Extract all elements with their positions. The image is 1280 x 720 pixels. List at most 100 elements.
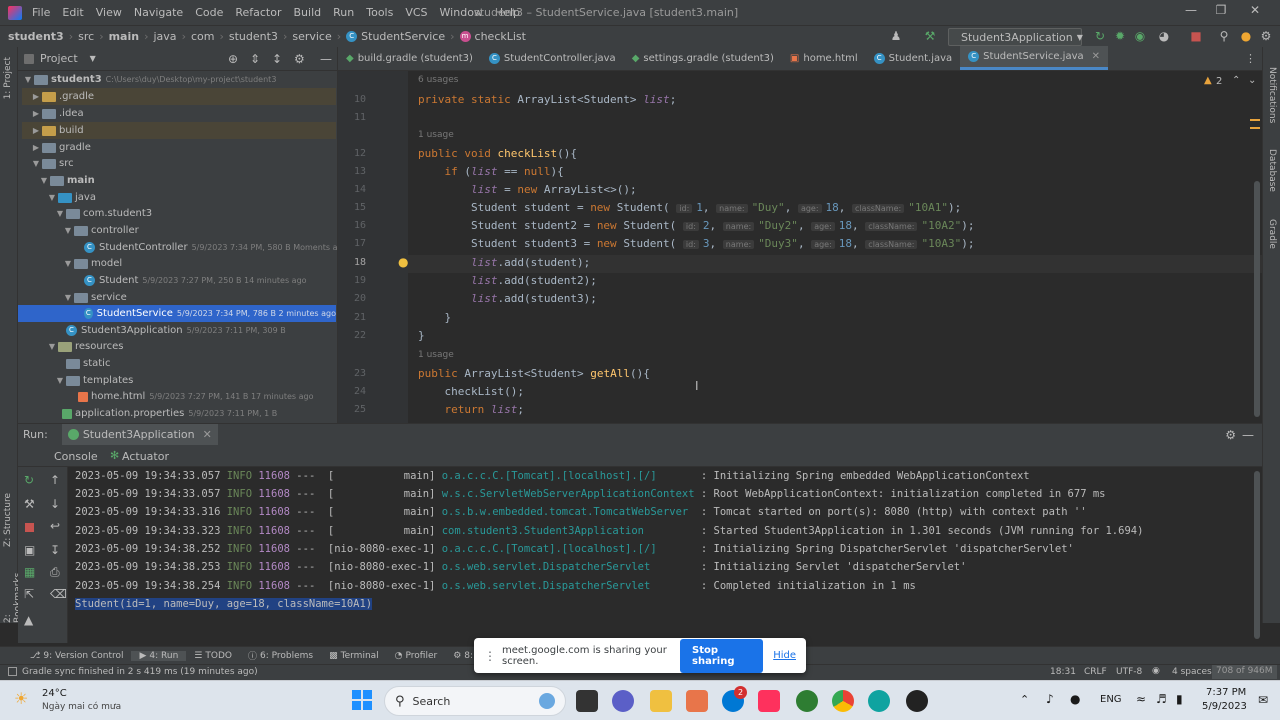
weather-icon[interactable]: ☀: [14, 689, 28, 708]
next-highlight-icon[interactable]: ⌄: [1248, 75, 1256, 86]
tree-item-static[interactable]: static: [22, 355, 110, 372]
tree-item-studentservice[interactable]: C StudentService 5/9/2023 7:34 PM, 786 B 2…: [18, 305, 336, 322]
camera-icon[interactable]: ▣: [24, 543, 35, 557]
stop-sharing-button[interactable]: Stop sharing: [680, 638, 764, 673]
menu-run[interactable]: Run: [327, 6, 360, 19]
menu-code[interactable]: Code: [189, 6, 229, 19]
collapse-all-icon[interactable]: ↕: [272, 52, 282, 66]
tree-item-student[interactable]: C Student 5/9/2023 7:27 PM, 250 B 14 minut…: [22, 272, 307, 289]
project-tool-label[interactable]: 1: Project: [3, 57, 13, 99]
search-icon[interactable]: ⚲: [1216, 29, 1232, 45]
soft-wrap-icon[interactable]: ↩: [50, 519, 60, 533]
tab-student-java[interactable]: C Student.java: [866, 46, 961, 70]
breadcrumb-class[interactable]: C StudentService: [342, 30, 449, 43]
tool-run[interactable]: ▶ 4: Run: [131, 650, 187, 661]
database-tool-label[interactable]: Database: [1267, 149, 1277, 192]
tool-profiler[interactable]: ◔ Profiler: [387, 651, 446, 661]
tool-problems[interactable]: ⓘ 6: Problems: [240, 649, 321, 663]
more-tabs-icon[interactable]: ⋮: [1245, 52, 1256, 65]
tree-item-gradle-dir[interactable]: ▶ .gradle: [22, 88, 336, 105]
expand-all-icon[interactable]: ⇕: [250, 52, 260, 66]
lightbulb-icon[interactable]: ●: [398, 255, 408, 269]
close-icon[interactable]: ✕: [1240, 3, 1270, 23]
eye-icon[interactable]: ◉: [1152, 666, 1160, 676]
wifi-icon[interactable]: ≈: [1136, 692, 1146, 706]
hide-sharing-link[interactable]: Hide: [773, 650, 796, 661]
user-icon[interactable]: ♟: [888, 29, 904, 45]
tab-console[interactable]: Console: [54, 450, 98, 463]
close-tab-icon[interactable]: ✕: [203, 428, 212, 441]
trash-icon[interactable]: ⌫: [50, 587, 67, 601]
tree-item-home-html[interactable]: home.html 5/9/2023 7:27 PM, 141 B 17 minu…: [22, 388, 313, 405]
clock-time[interactable]: 7:37 PM: [1206, 687, 1246, 698]
breadcrumb-method[interactable]: m checkList: [456, 30, 530, 43]
tree-item-templates[interactable]: ▼ templates: [22, 372, 133, 389]
notifications-tool-label[interactable]: Notifications: [1267, 67, 1277, 123]
memory-indicator[interactable]: 708 of 946M: [1212, 665, 1277, 679]
warning-marker[interactable]: [1250, 119, 1260, 121]
locate-icon[interactable]: ⊕: [228, 52, 238, 66]
tree-item-controller[interactable]: ▼ controller: [22, 222, 139, 239]
weather-temp[interactable]: 24°C: [42, 688, 67, 699]
breadcrumb-com[interactable]: com: [187, 30, 219, 43]
status-message[interactable]: Gradle sync finished in 2 s 419 ms (19 m…: [22, 667, 258, 677]
layout-toggle-icon[interactable]: [8, 667, 17, 676]
intellij-icon[interactable]: [758, 690, 780, 712]
tab-studentcontroller[interactable]: C StudentController.java: [481, 46, 624, 70]
menu-refactor[interactable]: Refactor: [229, 6, 287, 19]
prev-highlight-icon[interactable]: ⌃: [1232, 75, 1240, 86]
profile-icon[interactable]: ◕: [1156, 29, 1172, 45]
file-encoding[interactable]: UTF-8: [1116, 667, 1142, 677]
tab-actuator[interactable]: Actuator: [122, 450, 169, 463]
tree-item-main[interactable]: ▼ main: [22, 172, 95, 189]
console-output[interactable]: 2023-05-09 19:34:33.057 INFO 11608 --- […: [68, 467, 1260, 643]
volume-icon[interactable]: ♬: [1156, 692, 1167, 706]
breadcrumb-student3[interactable]: student3: [225, 30, 282, 43]
breadcrumb-java[interactable]: java: [150, 30, 181, 43]
tree-item-gradle[interactable]: ▶ gradle: [22, 139, 91, 156]
gear-icon[interactable]: ⚙: [294, 52, 305, 66]
run-config-tab[interactable]: Student3Application ✕: [61, 423, 218, 446]
chrome-icon[interactable]: [832, 690, 854, 712]
warning-marker[interactable]: [1250, 127, 1260, 129]
teams-icon[interactable]: [612, 690, 634, 712]
tree-item-studentcontroller[interactable]: C StudentController 5/9/2023 7:34 PM, 580 …: [22, 239, 348, 256]
tool-version-control[interactable]: ⎇ 9: Version Control: [22, 651, 131, 661]
task-view-icon[interactable]: [576, 690, 598, 712]
tab-build-gradle[interactable]: ◆ build.gradle (student3): [338, 46, 481, 70]
menu-vcs[interactable]: VCS: [399, 6, 433, 19]
tray-chevron-icon[interactable]: ⌃: [1020, 693, 1029, 706]
gear-icon[interactable]: ⚙: [1225, 428, 1236, 442]
tree-item-com-student3[interactable]: ▼ com.student3: [22, 205, 152, 222]
breadcrumb-main[interactable]: main: [105, 30, 144, 43]
tree-item-service[interactable]: ▼ service: [22, 289, 127, 306]
file-explorer-icon[interactable]: [650, 690, 672, 712]
gradle-tool-label[interactable]: Gradle: [1267, 219, 1277, 249]
maximize-icon[interactable]: ❐: [1206, 3, 1236, 23]
debug-icon[interactable]: ✹: [1112, 29, 1128, 45]
scroll-up-icon[interactable]: ↑: [50, 473, 60, 487]
chrome-profile-icon[interactable]: [796, 690, 818, 712]
tab-settings-gradle[interactable]: ◆ settings.gradle (student3): [624, 46, 782, 70]
breadcrumb-src[interactable]: src: [74, 30, 98, 43]
notifications-icon[interactable]: ✉: [1258, 693, 1268, 707]
menu-build[interactable]: Build: [288, 6, 328, 19]
location-icon[interactable]: ●: [1070, 692, 1080, 706]
line-separator[interactable]: CRLF: [1084, 667, 1107, 677]
scroll-down-icon[interactable]: ↓: [50, 497, 60, 511]
tree-item-build[interactable]: ▶ build: [22, 122, 336, 139]
indent-setting[interactable]: 4 spaces: [1172, 667, 1212, 677]
rerun-icon[interactable]: ↻: [1092, 29, 1108, 45]
drag-handle-icon[interactable]: ⋮: [484, 649, 496, 663]
scroll-end-icon[interactable]: ↧: [50, 543, 60, 557]
rerun-icon[interactable]: ↻: [24, 473, 34, 487]
tree-item-student3[interactable]: ▼ student3 C:\Users\duy\Desktop\my-project…: [22, 71, 276, 88]
tree-item-student3application[interactable]: C Student3Application 5/9/2023 7:11 PM, 30…: [22, 322, 286, 339]
pin-icon[interactable]: ▲: [24, 613, 33, 627]
language-indicator[interactable]: ENG: [1100, 694, 1122, 705]
exit-icon[interactable]: ⇱: [24, 587, 34, 601]
hide-panel-icon[interactable]: —: [1242, 428, 1254, 442]
tree-item-model[interactable]: ▼ model: [22, 255, 122, 272]
tab-studentservice-java[interactable]: C StudentService.java ✕: [960, 46, 1109, 70]
windows-start-icon[interactable]: [352, 690, 372, 710]
